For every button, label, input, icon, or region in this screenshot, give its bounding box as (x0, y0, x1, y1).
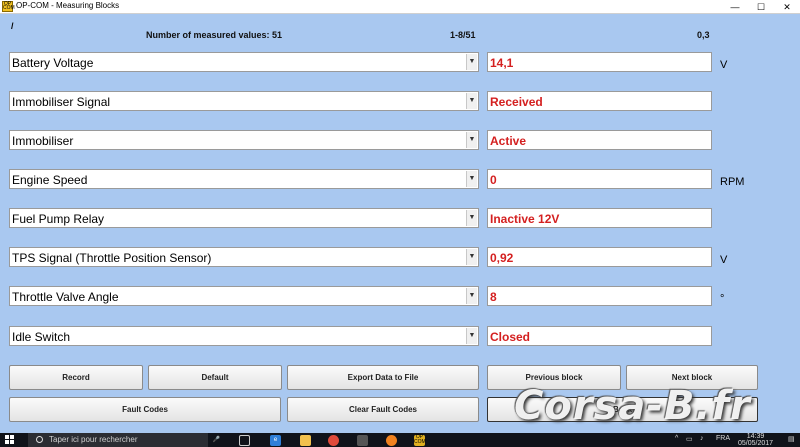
unit-label: V (720, 254, 728, 266)
dropdown-arrow-icon[interactable]: ▼ (466, 132, 477, 148)
value-field: 8 (487, 286, 712, 306)
store-app-icon[interactable] (357, 435, 368, 446)
dropdown-arrow-icon[interactable]: ▼ (466, 288, 477, 304)
header-slash: / (11, 21, 14, 31)
parameter-select[interactable]: Immobiliser ▼ (9, 130, 479, 150)
value-text: 0 (490, 173, 497, 187)
clock-time: 14:39 (746, 433, 765, 440)
opcom-taskbar-icon[interactable]: OP COM (414, 435, 426, 446)
measurement-row: Throttle Valve Angle ▼ 8 ° (0, 286, 800, 306)
value-field: 14,1 (487, 52, 712, 72)
value-text: 0,92 (490, 251, 514, 265)
value-field: Received (487, 91, 712, 111)
parameter-label: Immobiliser Signal (12, 95, 111, 109)
value-text: Received (490, 95, 543, 109)
chrome-browser-icon[interactable] (328, 435, 339, 446)
parameter-label: TPS Signal (Throttle Position Sensor) (12, 251, 212, 265)
measurement-row: Engine Speed ▼ 0 RPM (0, 169, 800, 189)
parameter-select[interactable]: Battery Voltage ▼ (9, 52, 479, 72)
clear-fault-codes-button[interactable]: Clear Fault Codes (287, 397, 479, 422)
dropdown-arrow-icon[interactable]: ▼ (466, 328, 477, 344)
export-data-button[interactable]: Export Data to File (287, 365, 479, 390)
firefox-browser-icon[interactable] (386, 435, 397, 446)
value-text: 8 (490, 290, 497, 304)
dropdown-arrow-icon[interactable]: ▼ (466, 249, 477, 265)
task-view-icon[interactable] (239, 435, 250, 446)
clock-date: 05/05/2017 (738, 440, 774, 447)
taskbar-clock[interactable]: 14:39 05/05/2017 (738, 433, 773, 447)
window-title: OP-COM - Measuring Blocks (16, 1, 120, 10)
taskbar-search-box[interactable]: Taper ici pour rechercher (28, 433, 208, 447)
unit-label: V (720, 59, 728, 71)
measurement-row: Idle Switch ▼ Closed (0, 326, 800, 346)
microphone-icon[interactable]: 🎤 (211, 435, 222, 446)
measurement-row: TPS Signal (Throttle Position Sensor) ▼ … (0, 247, 800, 267)
parameter-select[interactable]: Fuel Pump Relay ▼ (9, 208, 479, 228)
search-placeholder: Taper ici pour rechercher (49, 435, 138, 444)
parameter-label: Engine Speed (12, 173, 88, 187)
value-text: 14,1 (490, 56, 514, 70)
parameter-label: Fuel Pump Relay (12, 212, 105, 226)
corsa-b-watermark: Corsa-B.fr (514, 383, 751, 429)
parameter-select[interactable]: Throttle Valve Angle ▼ (9, 286, 479, 306)
taskbar: Taper ici pour rechercher 🎤 e OP COM ^ ▭… (0, 433, 800, 447)
record-button[interactable]: Record (9, 365, 143, 390)
measuring-blocks-panel: / Number of measured values: 51 1-8/51 0… (0, 15, 800, 433)
value-text: Active (490, 134, 527, 148)
language-indicator[interactable]: FRA (716, 435, 730, 442)
parameter-label: Throttle Valve Angle (12, 290, 119, 304)
value-field: Active (487, 130, 712, 150)
dropdown-arrow-icon[interactable]: ▼ (466, 210, 477, 226)
measurement-row: Fuel Pump Relay ▼ Inactive 12V (0, 208, 800, 228)
title-bar: OP COM OP-COM - Measuring Blocks — ☐ ✕ (0, 0, 800, 14)
volume-icon[interactable]: ♪ (700, 435, 704, 442)
dropdown-arrow-icon[interactable]: ▼ (466, 54, 477, 70)
edge-browser-icon[interactable]: e (270, 435, 281, 446)
value-field: Inactive 12V (487, 208, 712, 228)
parameter-select[interactable]: Idle Switch ▼ (9, 326, 479, 346)
fault-codes-button[interactable]: Fault Codes (9, 397, 281, 422)
unit-label: RPM (720, 176, 745, 188)
value-field: Closed (487, 326, 712, 346)
parameter-select[interactable]: TPS Signal (Throttle Position Sensor) ▼ (9, 247, 479, 267)
close-button[interactable]: ✕ (774, 0, 800, 14)
value-field: 0 (487, 169, 712, 189)
dropdown-arrow-icon[interactable]: ▼ (466, 171, 477, 187)
unit-label: ° (720, 293, 725, 305)
value-text: Inactive 12V (490, 212, 560, 226)
network-icon[interactable]: ▭ (686, 435, 693, 443)
default-button[interactable]: Default (148, 365, 282, 390)
sample-time: 0,3 (697, 30, 710, 40)
measurement-row: Immobiliser ▼ Active (0, 130, 800, 150)
value-text: Closed (490, 330, 531, 344)
page-range: 1-8/51 (450, 30, 476, 40)
file-explorer-icon[interactable] (300, 435, 311, 446)
tray-chevron-icon[interactable]: ^ (675, 435, 678, 442)
measurement-row: Immobiliser Signal ▼ Received (0, 91, 800, 111)
windows-start-icon[interactable] (5, 435, 15, 445)
parameter-label: Battery Voltage (12, 56, 94, 70)
parameter-select[interactable]: Immobiliser Signal ▼ (9, 91, 479, 111)
parameter-select[interactable]: Engine Speed ▼ (9, 169, 479, 189)
search-icon (36, 436, 43, 443)
measurement-row: Battery Voltage ▼ 14,1 V (0, 52, 800, 72)
measured-values-count: Number of measured values: 51 (146, 30, 283, 40)
parameter-label: Idle Switch (12, 330, 71, 344)
maximize-button[interactable]: ☐ (748, 0, 774, 14)
notifications-icon[interactable]: ▤ (788, 435, 795, 443)
value-field: 0,92 (487, 247, 712, 267)
opcom-app-icon: OP COM (2, 1, 15, 12)
minimize-button[interactable]: — (722, 0, 748, 14)
parameter-label: Immobiliser (12, 134, 74, 148)
dropdown-arrow-icon[interactable]: ▼ (466, 93, 477, 109)
